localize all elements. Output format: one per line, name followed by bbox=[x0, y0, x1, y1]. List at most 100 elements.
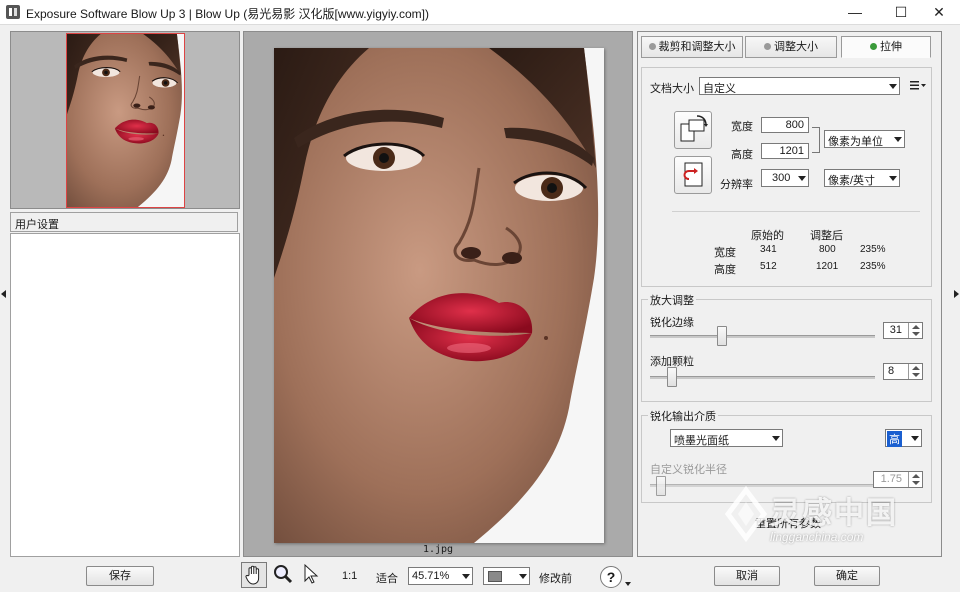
width-input[interactable]: 800 bbox=[761, 117, 809, 133]
save-button[interactable]: 保存 bbox=[86, 566, 154, 586]
close-button[interactable]: ✕ bbox=[916, 0, 960, 25]
add-grain-spinner[interactable]: 8 bbox=[883, 363, 923, 380]
add-grain-slider[interactable] bbox=[650, 376, 875, 379]
help-icon[interactable]: ? bbox=[600, 566, 622, 588]
navigator-thumbnail-panel[interactable] bbox=[10, 31, 240, 209]
thumbnail-portrait-image bbox=[67, 34, 184, 207]
summary-height-percent: 235% bbox=[860, 261, 886, 272]
watermark-url: lingganchina.com bbox=[770, 530, 864, 544]
options-menu-icon[interactable] bbox=[910, 80, 926, 90]
summary-width-percent: 235% bbox=[860, 244, 886, 255]
enlarge-adjust-label: 放大调整 bbox=[648, 292, 696, 308]
swap-orientation-button[interactable] bbox=[674, 111, 712, 149]
add-grain-slider-thumb[interactable] bbox=[667, 367, 678, 387]
summary-width-label: 宽度 bbox=[714, 247, 736, 259]
document-preset-value: 自定义 bbox=[703, 83, 736, 95]
arrow-pointer-icon bbox=[304, 563, 319, 584]
height-input[interactable]: 1201 bbox=[761, 143, 809, 159]
spinner-arrows-icon[interactable] bbox=[908, 364, 922, 379]
help-menu-chevron-icon[interactable] bbox=[625, 582, 631, 586]
navigator-thumbnail[interactable] bbox=[66, 33, 185, 208]
resolution-dropdown[interactable]: 300 bbox=[761, 169, 809, 187]
summary-width-adjusted: 800 bbox=[819, 244, 836, 255]
resolution-value: 300 bbox=[772, 172, 791, 184]
tab-status-dot-icon bbox=[648, 43, 656, 50]
height-label: 高度 bbox=[731, 149, 753, 161]
adjusted-header: 调整后 bbox=[810, 230, 843, 242]
zoom-level-dropdown[interactable]: 45.71% bbox=[408, 567, 473, 585]
output-sharpen-label: 锐化输出介质 bbox=[648, 408, 718, 424]
zoom-level-value: 45.71% bbox=[412, 570, 450, 582]
preview-image bbox=[274, 48, 604, 543]
minimize-button[interactable]: — bbox=[832, 0, 878, 25]
hand-icon bbox=[245, 565, 260, 585]
tab-label: 拉伸 bbox=[880, 41, 902, 53]
width-label: 宽度 bbox=[731, 121, 753, 133]
output-media-dropdown[interactable]: 喷墨光面纸 bbox=[670, 429, 783, 447]
spinner-arrows-icon[interactable] bbox=[908, 323, 922, 338]
original-header: 原始的 bbox=[751, 230, 784, 242]
chevron-down-icon bbox=[911, 436, 919, 441]
document-preset-dropdown[interactable]: 自定义 bbox=[699, 77, 900, 95]
actual-size-button[interactable]: 1:1 bbox=[342, 570, 357, 582]
reset-page-icon bbox=[683, 162, 703, 187]
hand-tool-button[interactable] bbox=[241, 562, 267, 588]
tab-crop-resize[interactable]: 裁剪和调整大小 bbox=[641, 36, 743, 58]
summary-height-label: 高度 bbox=[714, 264, 736, 276]
zoom-tool-button[interactable] bbox=[271, 562, 297, 588]
tab-status-dot-icon bbox=[764, 43, 771, 50]
background-color-dropdown[interactable] bbox=[483, 567, 530, 585]
document-size-label: 文档大小 bbox=[650, 83, 694, 95]
chevron-down-icon bbox=[798, 176, 806, 181]
user-settings-header: 用户设置 bbox=[10, 212, 238, 232]
select-tool-button[interactable] bbox=[299, 562, 325, 588]
custom-radius-label: 自定义锐化半径 bbox=[650, 464, 727, 476]
resolution-unit-value: 像素/英寸 bbox=[828, 175, 876, 187]
collapse-left-arrow-icon[interactable] bbox=[1, 290, 6, 298]
user-settings-list[interactable] bbox=[10, 233, 240, 557]
app-icon bbox=[6, 5, 20, 19]
tab-stretch[interactable]: 拉伸 bbox=[841, 36, 931, 58]
ok-button[interactable]: 确定 bbox=[814, 566, 880, 586]
tab-resize[interactable]: 调整大小 bbox=[745, 36, 837, 58]
rotate-page-icon bbox=[680, 115, 708, 142]
tab-status-dot-icon bbox=[870, 43, 877, 50]
magnifier-icon bbox=[274, 565, 293, 584]
tab-label: 调整大小 bbox=[774, 41, 818, 53]
window-title: Exposure Software Blow Up 3 | Blow Up (易… bbox=[26, 7, 429, 21]
sharpen-edges-value: 31 bbox=[889, 324, 902, 336]
sharpen-edges-slider[interactable] bbox=[650, 335, 875, 338]
title-bar: Exposure Software Blow Up 3 | Blow Up (易… bbox=[0, 0, 960, 25]
reset-size-button[interactable] bbox=[674, 156, 712, 194]
chevron-down-icon bbox=[519, 574, 527, 579]
resolution-label: 分辨率 bbox=[720, 179, 753, 191]
size-unit-dropdown[interactable]: 像素为单位 bbox=[824, 130, 905, 148]
constrain-proportions-link-icon[interactable] bbox=[812, 127, 820, 153]
chevron-down-icon bbox=[889, 176, 897, 181]
collapse-right-arrow-icon[interactable] bbox=[954, 290, 959, 298]
tab-label: 裁剪和调整大小 bbox=[658, 41, 736, 53]
resolution-unit-dropdown[interactable]: 像素/英寸 bbox=[824, 169, 900, 187]
output-media-value: 喷墨光面纸 bbox=[674, 435, 729, 447]
sharpen-amount-dropdown[interactable]: 高 bbox=[885, 429, 922, 447]
sharpen-edges-slider-thumb[interactable] bbox=[716, 326, 727, 346]
chevron-down-icon bbox=[462, 574, 470, 579]
sharpen-edges-label: 锐化边缘 bbox=[650, 317, 694, 329]
preview-filename: 1.jpg bbox=[422, 544, 454, 555]
watermark-text: 灵感中国 bbox=[770, 497, 898, 530]
size-unit-value: 像素为单位 bbox=[828, 136, 883, 148]
summary-height-original: 512 bbox=[760, 261, 777, 272]
sharpen-edges-spinner[interactable]: 31 bbox=[883, 322, 923, 339]
fit-button[interactable]: 适合 bbox=[376, 570, 398, 586]
summary-height-adjusted: 1201 bbox=[816, 261, 839, 272]
chevron-down-icon bbox=[889, 84, 897, 89]
sharpen-amount-value: 高 bbox=[887, 431, 902, 447]
custom-radius-slider-thumb[interactable] bbox=[656, 476, 666, 496]
cancel-button[interactable]: 取消 bbox=[714, 566, 780, 586]
before-toggle[interactable]: 修改前 bbox=[539, 570, 572, 586]
chevron-down-icon bbox=[772, 436, 780, 441]
preview-canvas[interactable] bbox=[243, 31, 633, 557]
watermark-logo: 灵感中国 lingganchina.com bbox=[724, 484, 942, 552]
divider bbox=[672, 211, 920, 212]
summary-width-original: 341 bbox=[760, 244, 777, 255]
